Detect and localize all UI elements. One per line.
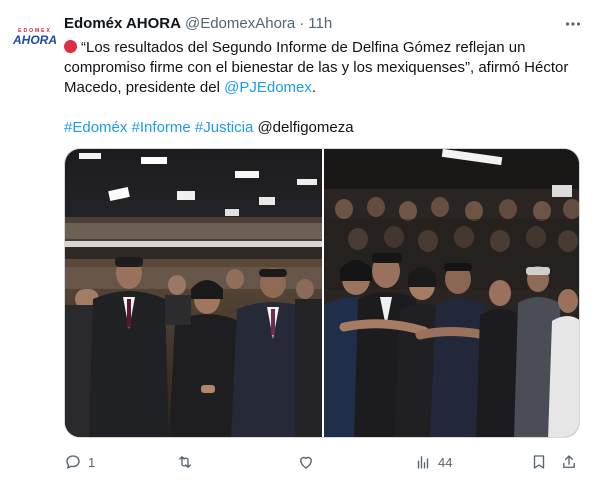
avatar-main-text: AHORA [13, 32, 57, 47]
views-button[interactable]: 44 [414, 448, 452, 476]
tweet-header: Edoméx AHORA @EdomexAhora · 11h [64, 13, 332, 33]
reply-button[interactable]: 1 [64, 448, 95, 476]
reply-icon [66, 455, 80, 469]
tweet-text-end: . [311, 79, 317, 96]
photo-left-image [65, 149, 322, 437]
hashtag-justicia[interactable]: #Justicia [195, 119, 253, 136]
mention-delfigomeza[interactable]: @delfigomeza [257, 119, 353, 136]
like-button[interactable] [297, 448, 321, 476]
event-photo-left[interactable] [65, 149, 322, 437]
red-circle-icon [64, 40, 77, 53]
display-name[interactable]: Edoméx AHORA [64, 15, 181, 32]
hashtag-edomex[interactable]: #Edoméx [64, 119, 127, 136]
tweet-text: “Los resultados del Segundo Informe de D… [64, 38, 586, 98]
tweet: EDOMEX AHORA Edoméx AHORA @EdomexAhora ·… [0, 0, 600, 488]
tweet-text-main: “Los resultados del Segundo Informe de D… [64, 39, 569, 96]
more-options-button[interactable] [562, 14, 584, 34]
retweet-button[interactable] [176, 448, 200, 476]
timestamp[interactable]: 11h [308, 15, 332, 32]
media-grid [64, 148, 580, 438]
views-chart-icon [417, 456, 429, 469]
heart-icon [300, 456, 312, 469]
hashtag-informe[interactable]: #Informe [132, 119, 191, 136]
views-count: 44 [438, 454, 453, 470]
user-handle[interactable]: @EdomexAhora [185, 15, 295, 32]
hashtag-line: #Edoméx #Informe #Justicia @delfigomeza [64, 118, 354, 138]
more-icon [565, 22, 581, 26]
separator-dot: · [299, 14, 305, 32]
share-icon [563, 455, 575, 468]
photo-right-image [324, 149, 579, 437]
reply-count: 1 [88, 454, 96, 470]
share-button[interactable] [560, 448, 578, 476]
action-bar: 1 44 [64, 448, 584, 476]
avatar[interactable]: EDOMEX AHORA [12, 14, 58, 60]
bookmark-icon [533, 455, 545, 469]
event-photo-right[interactable] [324, 149, 579, 437]
retweet-icon [179, 456, 191, 468]
mention-link-pjedomex[interactable]: @PJEdomex [224, 79, 312, 96]
bookmark-button[interactable] [530, 448, 548, 476]
